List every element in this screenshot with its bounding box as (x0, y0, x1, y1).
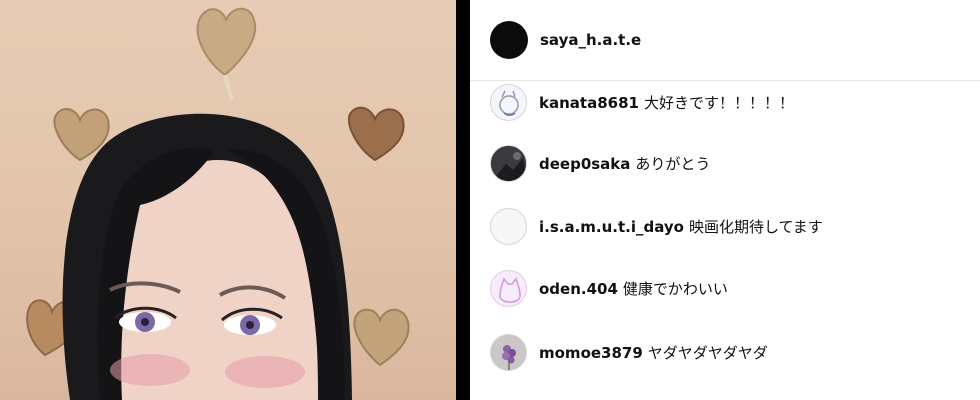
comment-text: ありがとう (635, 155, 711, 173)
comment-item: deep0saka ありがとう (490, 145, 710, 182)
comment-text: 健康でかわいい (622, 280, 728, 298)
photo-divider (456, 0, 470, 400)
comment-username[interactable]: oden.404 (539, 280, 618, 298)
comment-username[interactable]: deep0saka (539, 155, 630, 173)
purple-flower-avatar-icon[interactable] (490, 334, 527, 371)
author-avatar[interactable] (490, 21, 528, 59)
comment-text: 大好きです！！！！！ (643, 94, 794, 112)
comment-item: i.s.a.m.u.t.i_dayo 映画化期待してます (490, 208, 823, 245)
comment-item: kanata8681 大好きです！！！！！ (490, 84, 794, 121)
post-view: saya_h.a.t.e kanata8681 大好きです！！！！！ deep0… (0, 0, 980, 400)
cat-outline-avatar-icon[interactable] (490, 270, 527, 307)
comment-text: ヤダヤダヤダヤダ (647, 344, 768, 362)
portrait-image (26, 7, 410, 400)
author-username[interactable]: saya_h.a.t.e (540, 31, 641, 49)
comment-username[interactable]: momoe3879 (539, 344, 643, 362)
comment-text: 映画化期待してます (688, 218, 823, 236)
sketch-avatar-icon[interactable] (490, 84, 527, 121)
dark-photo-avatar-icon[interactable] (490, 145, 527, 182)
comment-item: momoe3879 ヤダヤダヤダヤダ (490, 334, 768, 371)
comment-username[interactable]: i.s.a.m.u.t.i_dayo (539, 218, 684, 236)
comments-panel: saya_h.a.t.e kanata8681 大好きです！！！！！ deep0… (470, 0, 980, 400)
comment-username[interactable]: kanata8681 (539, 94, 639, 112)
comment-item: oden.404 健康でかわいい (490, 270, 728, 307)
blank-avatar-icon[interactable] (490, 208, 527, 245)
post-header: saya_h.a.t.e (470, 0, 980, 81)
post-photo[interactable] (0, 0, 456, 400)
